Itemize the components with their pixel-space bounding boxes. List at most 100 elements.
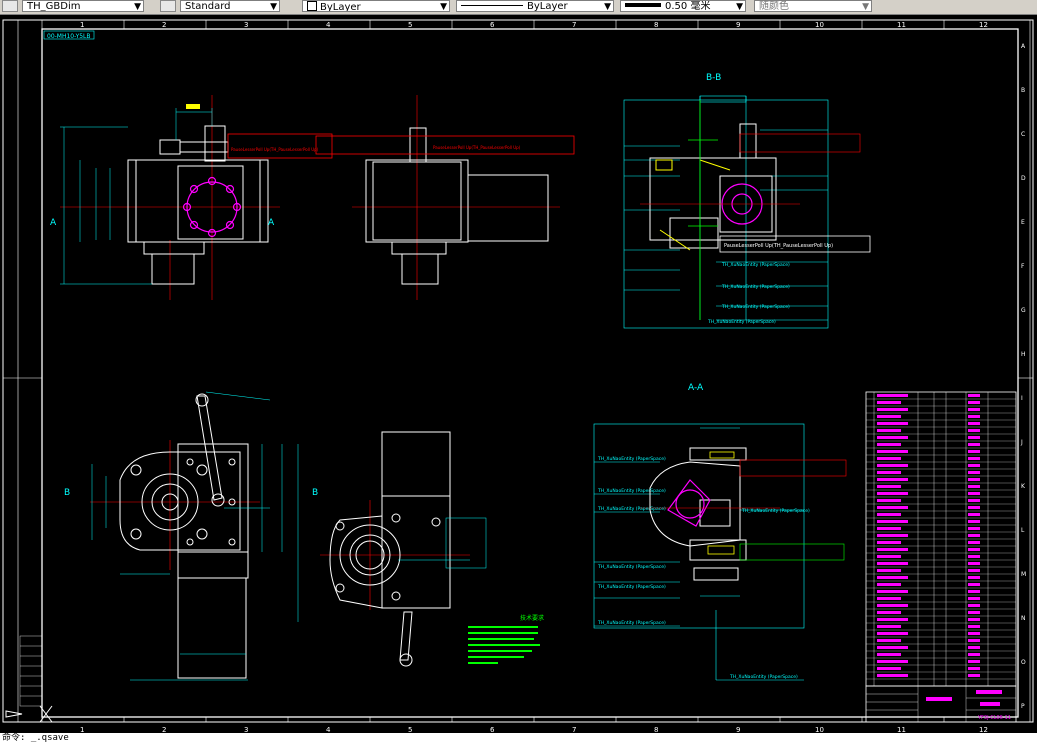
bom-row-material [968, 604, 980, 607]
drawing-canvas[interactable]: 1 2 3 4 5 6 7 8 9 10 11 12 1 2 3 4 5 6 7… [0, 15, 1037, 734]
textstyle-select[interactable]: Standard ▼ [180, 0, 280, 12]
section-view-bb: B-B PauseLesserPoll Up(TH_PauseLesserPol… [623, 73, 871, 329]
bom-row-text [877, 597, 901, 600]
properties-toolbar: TH_GBDim ▼ Standard ▼ ByLayer ▼ ByLayer ▼ 0.… [0, 0, 1037, 15]
textstyle-icon[interactable] [160, 0, 176, 12]
paper-space-label: TH_XuNaoEntity (PaperSpace) [597, 488, 666, 494]
ruler-letter: P [1021, 703, 1025, 710]
bom-row-text [877, 653, 901, 656]
ruler-number: 2 [162, 726, 166, 733]
side-view: PauseLesserPoll Up(TH_PauseLesserPoll Up… [315, 95, 575, 300]
bom-row-material [968, 667, 980, 670]
bom-row-material [968, 527, 980, 530]
bom-row-text [877, 485, 901, 488]
bom-row-material [968, 478, 980, 481]
lineweight-select[interactable]: 0.50 毫米 ▼ [620, 0, 746, 12]
bom-row-material [968, 555, 980, 558]
notes-line [468, 638, 534, 640]
title-text [926, 697, 952, 701]
revision-strip [19, 635, 43, 707]
plotstyle-select[interactable]: 随颜色 ▼ [754, 0, 872, 12]
bom-row-material [968, 499, 980, 502]
paper-space-label: TH_XuNaoEntity (PaperSpace) [721, 262, 790, 268]
paper-space-label: TH_XuNaoEntity (PaperSpace) [729, 674, 798, 680]
ruler-number: 10 [815, 21, 824, 29]
bom-row-material [968, 450, 980, 453]
notes-line [468, 632, 538, 634]
ruler-letter: E [1021, 219, 1025, 226]
bom-row-material [968, 534, 980, 537]
ruler-letter: I [1021, 395, 1023, 402]
paper-space-label: TH_XuNaoEntity (PaperSpace) [707, 319, 776, 325]
ruler-letter: D [1021, 175, 1026, 182]
ruler-letter: G [1021, 307, 1026, 314]
chevron-down-icon: ▼ [862, 2, 869, 12]
bom-row-material [968, 520, 980, 523]
command-line[interactable]: 命令: _.qsave [0, 733, 1037, 743]
bom-row-material [968, 541, 980, 544]
bom-row-text [877, 401, 901, 404]
notes-line [468, 662, 498, 664]
bom-row-text [877, 443, 901, 446]
bom-row-text [877, 555, 901, 558]
bom-row-material [968, 457, 980, 460]
cad-drawing: 1 2 3 4 5 6 7 8 9 10 11 12 1 2 3 4 5 6 7… [2, 19, 1034, 734]
paper-space-label: TH_XuNaoEntity (PaperSpace) [597, 564, 666, 570]
ruler-letter: O [1021, 659, 1026, 666]
bom-row-material [968, 611, 980, 614]
dimstyle-value: TH_GBDim [27, 1, 81, 12]
bom-row-material [968, 513, 980, 516]
bom-row-text [877, 639, 901, 642]
dimstyle-select[interactable]: TH_GBDim ▼ [22, 0, 144, 12]
bom-row-text [877, 541, 901, 544]
bom-row-material [968, 660, 980, 663]
bom-row-material [968, 436, 980, 439]
layer-color-select[interactable]: ByLayer ▼ [302, 0, 450, 12]
bom-row-material [968, 471, 980, 474]
bom-row-text [877, 471, 901, 474]
ruler-number: 4 [326, 21, 331, 29]
layer-tag: PauseLesserPoll Up(TH_PauseLesserPoll Up… [724, 243, 833, 249]
dimstyle-icon[interactable] [2, 0, 18, 12]
ruler-number: 12 [979, 21, 988, 29]
chevron-down-icon: ▼ [604, 2, 611, 12]
bom-row-material [968, 443, 980, 446]
bom-row-text [877, 422, 908, 425]
linetype-select[interactable]: ByLayer ▼ [456, 0, 614, 12]
ruler-letter: C [1021, 131, 1025, 138]
bom-row-text [877, 464, 908, 467]
paper-space-label: TH_XuNaoEntity (PaperSpace) [597, 584, 666, 590]
bom-row-text [877, 520, 908, 523]
bom-row-material [968, 639, 980, 642]
paper-space-label: TH_XuNaoEntity (PaperSpace) [597, 456, 666, 462]
ruler-letter: L [1021, 527, 1025, 534]
ruler-number: 6 [490, 21, 495, 29]
drawing-code: 00-MH10-Y5LB [47, 33, 91, 40]
dimension-tag [186, 104, 200, 109]
chevron-down-icon: ▼ [736, 2, 743, 12]
bom-row-text [877, 562, 908, 565]
bom-row-text [877, 632, 908, 635]
bom-row-text [877, 625, 901, 628]
bom-row-text [877, 513, 901, 516]
ruler-number: 8 [654, 21, 658, 29]
bom-row-material [968, 415, 980, 418]
ruler-letter: J [1020, 439, 1023, 446]
ruler-number: 10 [815, 726, 824, 733]
ruler-letter: A [1021, 43, 1026, 50]
plotstyle-value: 随颜色 [759, 1, 789, 12]
bom-row-text [877, 667, 901, 670]
bom-row-material [968, 597, 980, 600]
ruler-letter: H [1021, 351, 1026, 358]
bom-row-material [968, 492, 980, 495]
bom-row-text [877, 527, 901, 530]
paper-space-label: TH_XuNaoEntity (PaperSpace) [597, 506, 666, 512]
ruler-number: 6 [490, 726, 495, 733]
linetype-value: ByLayer [527, 1, 568, 12]
section-arrow-label-a: A [268, 218, 275, 228]
front-view: A A PauseLesserPoll Up(TH_PauseLesserPol… [50, 95, 333, 300]
ruler-number: 11 [897, 21, 906, 29]
notes-line [468, 644, 540, 646]
ruler-number: 5 [408, 726, 412, 733]
ruler-letter: B [1021, 87, 1025, 94]
